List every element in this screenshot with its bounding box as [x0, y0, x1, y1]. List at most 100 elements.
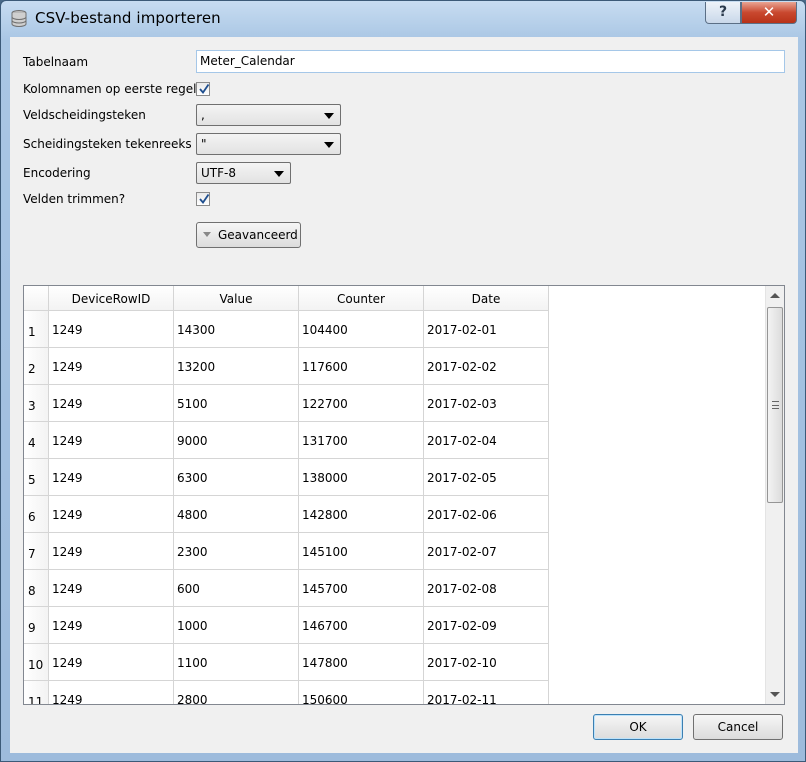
table-cell[interactable]: 1249 [49, 311, 174, 348]
table-row[interactable]: 9 1249 1000 146700 2017-02-09 [24, 607, 764, 644]
field-separator-label: Veldscheidingsteken [23, 108, 146, 122]
table-cell[interactable]: 1249 [49, 459, 174, 496]
table-cell[interactable]: 1249 [49, 496, 174, 533]
table-cell[interactable]: 1000 [174, 607, 299, 644]
table-corner[interactable] [24, 286, 49, 311]
close-button[interactable]: ✕ [741, 2, 797, 24]
table-cell[interactable]: 142800 [299, 496, 424, 533]
row-number[interactable]: 2 [24, 348, 49, 385]
table-cell[interactable]: 2017-02-02 [424, 348, 549, 385]
table-cell[interactable]: 4800 [174, 496, 299, 533]
scroll-thumb[interactable] [767, 307, 783, 503]
table-cell[interactable]: 2017-02-01 [424, 311, 549, 348]
scroll-down-icon[interactable] [770, 692, 780, 697]
encoding-label: Encodering [23, 166, 91, 180]
table-row[interactable]: 7 1249 2300 145100 2017-02-07 [24, 533, 764, 570]
row-number[interactable]: 10 [24, 644, 49, 681]
table-cell[interactable]: 2017-02-04 [424, 422, 549, 459]
table-cell[interactable]: 2017-02-10 [424, 644, 549, 681]
table-row[interactable]: 8 1249 600 145700 2017-02-08 [24, 570, 764, 607]
table-name-label: Tabelnaam [23, 55, 89, 69]
table-cell[interactable]: 1100 [174, 644, 299, 681]
table-name-input[interactable]: Meter_Calendar [196, 50, 785, 73]
table-cell[interactable]: 6300 [174, 459, 299, 496]
table-cell[interactable]: 1249 [49, 385, 174, 422]
trim-fields-checkbox[interactable] [196, 192, 210, 206]
table-row[interactable]: 4 1249 9000 131700 2017-02-04 [24, 422, 764, 459]
row-number[interactable]: 5 [24, 459, 49, 496]
window-title: CSV-bestand importeren [35, 9, 221, 27]
trim-fields-label: Velden trimmen? [23, 192, 126, 206]
table-cell[interactable]: 1249 [49, 607, 174, 644]
table-cell[interactable]: 117600 [299, 348, 424, 385]
column-header[interactable]: Counter [299, 286, 424, 311]
row-number[interactable]: 3 [24, 385, 49, 422]
table-row[interactable]: 10 1249 1100 147800 2017-02-10 [24, 644, 764, 681]
table-cell[interactable]: 1249 [49, 570, 174, 607]
encoding-select[interactable]: UTF-8 [196, 162, 291, 184]
scroll-up-icon[interactable] [770, 293, 780, 298]
column-names-checkbox[interactable] [196, 82, 210, 96]
table-cell[interactable]: 145700 [299, 570, 424, 607]
row-number[interactable]: 6 [24, 496, 49, 533]
table-cell[interactable]: 131700 [299, 422, 424, 459]
row-number[interactable]: 7 [24, 533, 49, 570]
column-names-label: Kolomnamen op eerste regel [23, 82, 197, 96]
table-row[interactable]: 11 1249 2800 150600 2017-02-11 [24, 681, 764, 704]
checkmark-icon [199, 83, 210, 94]
table-cell[interactable]: 2300 [174, 533, 299, 570]
table-cell[interactable]: 2017-02-11 [424, 681, 549, 704]
table-cell[interactable]: 13200 [174, 348, 299, 385]
column-header[interactable]: DeviceRowID [49, 286, 174, 311]
table-cell[interactable]: 1249 [49, 348, 174, 385]
table-row[interactable]: 2 1249 13200 117600 2017-02-02 [24, 348, 764, 385]
grip-icon [772, 401, 779, 409]
table-cell[interactable]: 2017-02-07 [424, 533, 549, 570]
column-header[interactable]: Value [174, 286, 299, 311]
table-cell[interactable]: 2017-02-09 [424, 607, 549, 644]
row-number[interactable]: 4 [24, 422, 49, 459]
table-cell[interactable]: 122700 [299, 385, 424, 422]
column-header[interactable]: Date [424, 286, 549, 311]
checkmark-icon [199, 193, 210, 204]
quote-char-select[interactable]: " [196, 133, 341, 155]
row-number[interactable]: 8 [24, 570, 49, 607]
table-row[interactable]: 1 1249 14300 104400 2017-02-01 [24, 311, 764, 348]
quote-char-label: Scheidingsteken tekenreeks [23, 137, 192, 151]
row-number[interactable]: 9 [24, 607, 49, 644]
table-cell[interactable]: 14300 [174, 311, 299, 348]
table-row[interactable]: 6 1249 4800 142800 2017-02-06 [24, 496, 764, 533]
table-row[interactable]: 3 1249 5100 122700 2017-02-03 [24, 385, 764, 422]
table-cell[interactable]: 600 [174, 570, 299, 607]
row-number[interactable]: 1 [24, 311, 49, 348]
table-cell[interactable]: 2800 [174, 681, 299, 704]
table-cell[interactable]: 2017-02-03 [424, 385, 549, 422]
table-cell[interactable]: 147800 [299, 644, 424, 681]
ok-button[interactable]: OK [593, 714, 683, 740]
table-cell[interactable]: 1249 [49, 681, 174, 704]
field-separator-select[interactable]: , [196, 104, 341, 126]
help-button[interactable]: ? [705, 2, 741, 24]
table-cell[interactable]: 146700 [299, 607, 424, 644]
table-cell[interactable]: 5100 [174, 385, 299, 422]
table-cell[interactable]: 2017-02-05 [424, 459, 549, 496]
table-cell[interactable]: 138000 [299, 459, 424, 496]
table-cell[interactable]: 9000 [174, 422, 299, 459]
advanced-button[interactable]: Geavanceerd [196, 222, 301, 248]
table-cell[interactable]: 1249 [49, 422, 174, 459]
database-icon [9, 9, 29, 29]
table-cell[interactable]: 1249 [49, 644, 174, 681]
table-cell[interactable]: 2017-02-08 [424, 570, 549, 607]
vertical-scrollbar[interactable] [765, 286, 784, 704]
table-header: DeviceRowID Value Counter Date [24, 286, 764, 311]
table-cell[interactable]: 150600 [299, 681, 424, 704]
table-cell[interactable]: 145100 [299, 533, 424, 570]
table-row[interactable]: 5 1249 6300 138000 2017-02-05 [24, 459, 764, 496]
table-cell[interactable]: 104400 [299, 311, 424, 348]
title-bar[interactable]: CSV-bestand importeren ? ✕ [1, 1, 805, 35]
table-cell[interactable]: 2017-02-06 [424, 496, 549, 533]
cancel-button[interactable]: Cancel [693, 714, 783, 740]
table-cell[interactable]: 1249 [49, 533, 174, 570]
row-number[interactable]: 11 [24, 681, 49, 704]
preview-table[interactable]: DeviceRowID Value Counter Date 1 1249 1430… [23, 285, 785, 705]
